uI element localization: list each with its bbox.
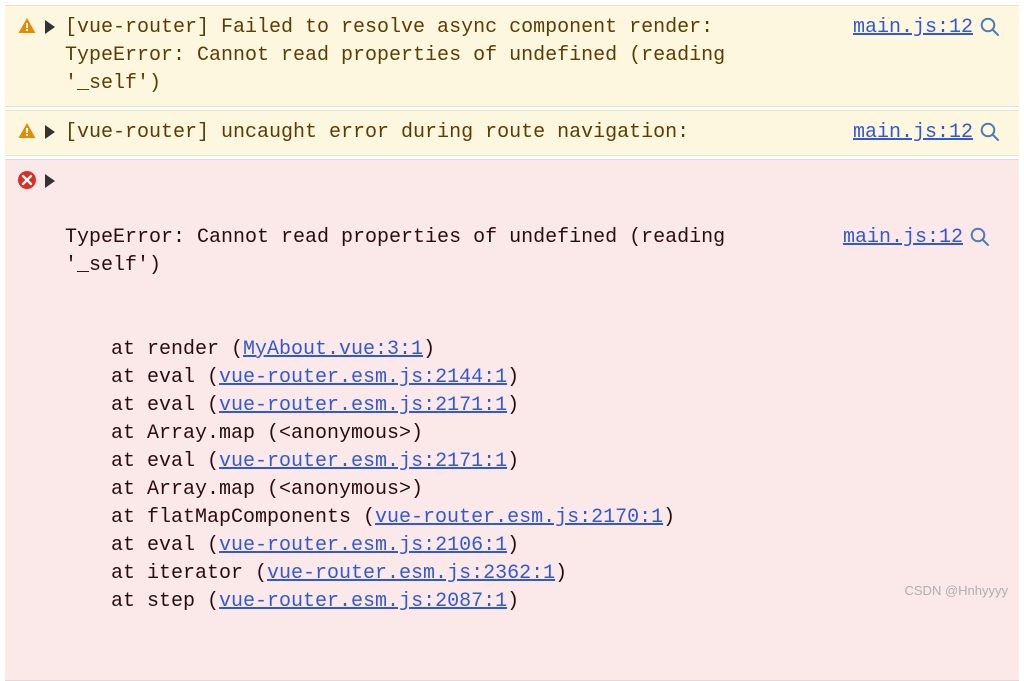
stack-frame-link[interactable]: vue-router.esm.js:2362:1 <box>267 562 555 585</box>
stack-frame-suffix: ) <box>555 562 567 585</box>
source-link[interactable]: main.js:12 <box>853 16 973 39</box>
stack-frame: at eval (vue-router.esm.js:2171:1) <box>65 392 997 420</box>
search-icon[interactable] <box>973 14 1007 38</box>
stack-frame: at eval (vue-router.esm.js:2106:1) <box>65 532 997 560</box>
warning-icon <box>17 14 45 36</box>
stack-frame: at Array.map (<anonymous>) <box>65 476 997 504</box>
stack-frame: at step (vue-router.esm.js:2087:1) <box>65 588 997 616</box>
expand-toggle-icon[interactable] <box>45 14 65 34</box>
stack-frame-prefix: at flatMapComponents ( <box>111 506 375 529</box>
watermark-text: CSDN @Hnhyyyy <box>905 582 1009 600</box>
stack-frame-prefix: at eval ( <box>111 366 219 389</box>
stack-frame-prefix: at eval ( <box>111 450 219 473</box>
stack-frame-suffix: ) <box>507 366 519 389</box>
expand-toggle-icon[interactable] <box>45 119 65 139</box>
stack-frame-link[interactable]: vue-router.esm.js:2171:1 <box>219 394 507 417</box>
console-message-text: TypeError: Cannot read properties of und… <box>65 226 737 277</box>
stack-frame: at eval (vue-router.esm.js:2171:1) <box>65 448 997 476</box>
error-icon <box>17 168 45 190</box>
stack-frame-suffix: ) <box>423 338 435 361</box>
stack-frame-prefix: at render ( <box>111 338 243 361</box>
stack-frame: at flatMapComponents (vue-router.esm.js:… <box>65 504 997 532</box>
console-message-error: TypeError: Cannot read properties of und… <box>5 159 1019 681</box>
console-message-text: [vue-router] uncaught error during route… <box>65 121 689 144</box>
expand-toggle-icon[interactable] <box>45 168 65 188</box>
stack-frame-prefix: at eval ( <box>111 534 219 557</box>
stack-frame-link[interactable]: vue-router.esm.js:2106:1 <box>219 534 507 557</box>
stack-frame-link[interactable]: MyAbout.vue:3:1 <box>243 338 423 361</box>
stack-frame: at iterator (vue-router.esm.js:2362:1) <box>65 560 997 588</box>
search-icon[interactable] <box>973 119 1007 143</box>
stack-frame: at Array.map (<anonymous>) <box>65 420 997 448</box>
console-message-text: [vue-router] Failed to resolve async com… <box>65 16 737 95</box>
stack-frame-prefix: at Array.map (<anonymous>) <box>111 478 423 501</box>
stack-frame: at render (MyAbout.vue:3:1) <box>65 336 997 364</box>
warning-icon <box>17 119 45 141</box>
stack-frame-suffix: ) <box>507 534 519 557</box>
stack-frame-prefix: at eval ( <box>111 394 219 417</box>
stack-frame-suffix: ) <box>507 450 519 473</box>
stack-frame-suffix: ) <box>507 394 519 417</box>
source-link[interactable]: main.js:12 <box>843 226 963 249</box>
stack-frame-link[interactable]: vue-router.esm.js:2144:1 <box>219 366 507 389</box>
stack-frame: at eval (vue-router.esm.js:2144:1) <box>65 364 997 392</box>
stack-frame-prefix: at Array.map (<anonymous>) <box>111 422 423 445</box>
console-message-warning: [vue-router] Failed to resolve async com… <box>5 5 1019 107</box>
stack-frame-prefix: at iterator ( <box>111 562 267 585</box>
console-message-warning: [vue-router] uncaught error during route… <box>5 110 1019 156</box>
search-icon[interactable] <box>963 224 997 280</box>
stack-frame-suffix: ) <box>663 506 675 529</box>
stack-frame-link[interactable]: vue-router.esm.js:2170:1 <box>375 506 663 529</box>
stack-frame-link[interactable]: vue-router.esm.js:2171:1 <box>219 450 507 473</box>
console-message-body: TypeError: Cannot read properties of und… <box>65 168 1007 672</box>
source-link[interactable]: main.js:12 <box>853 121 973 144</box>
